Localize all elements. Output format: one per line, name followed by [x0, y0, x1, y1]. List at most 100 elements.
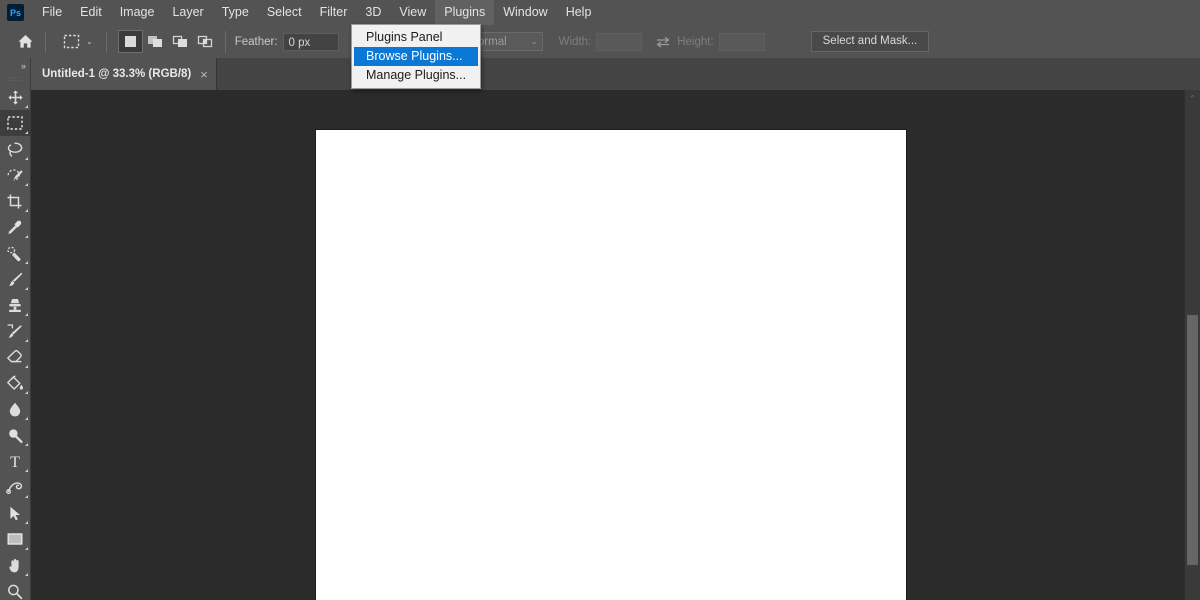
- separator: [105, 30, 107, 53]
- chevron-down-icon[interactable]: ⌄: [83, 37, 99, 46]
- pen-tool-button[interactable]: [0, 474, 30, 500]
- home-icon: [18, 35, 32, 48]
- menu-edit[interactable]: Edit: [71, 0, 111, 25]
- menu-filter[interactable]: Filter: [311, 0, 357, 25]
- menu-type[interactable]: Type: [213, 0, 258, 25]
- tools-panel-drag-handle[interactable]: [0, 74, 30, 84]
- zoom-tool-button[interactable]: [0, 578, 30, 600]
- gradient-tool-button[interactable]: [0, 370, 30, 396]
- eraser-tool-button[interactable]: [0, 344, 30, 370]
- width-input[interactable]: [596, 32, 643, 51]
- svg-text:T: T: [10, 454, 20, 470]
- tool-flyout-indicator: [25, 235, 28, 238]
- menu-item-plugins-panel[interactable]: Plugins Panel: [352, 28, 480, 47]
- feather-label: Feather:: [234, 35, 278, 48]
- menu-select[interactable]: Select: [258, 0, 311, 25]
- move-tool-icon: [8, 90, 22, 104]
- hand-tool-button[interactable]: [0, 552, 30, 578]
- close-icon[interactable]: ×: [200, 68, 208, 81]
- tool-flyout-indicator: [25, 131, 28, 134]
- home-button[interactable]: [12, 29, 38, 55]
- blur-tool-button[interactable]: [0, 396, 30, 422]
- swap-dimensions-icon: [656, 36, 670, 48]
- feather-input[interactable]: 0 px: [282, 32, 339, 51]
- swap-dimensions-button[interactable]: [655, 35, 671, 49]
- eyedropper-tool-button[interactable]: [0, 214, 30, 240]
- tool-preset-picker[interactable]: ⌄: [59, 30, 99, 54]
- scrollbar-thumb[interactable]: [1187, 315, 1198, 565]
- brush-tool-icon: [9, 272, 23, 286]
- dodge-tool-icon: [9, 428, 23, 443]
- tools-panel: » T: [0, 58, 31, 600]
- select-and-mask-button[interactable]: Select and Mask...: [810, 31, 930, 52]
- rectangular-marquee-tool-button[interactable]: [0, 110, 30, 136]
- collapse-tools-panel-button[interactable]: »: [0, 58, 30, 74]
- add-to-selection-button[interactable]: [143, 30, 168, 53]
- menu-item-manage-plugins[interactable]: Manage Plugins...: [352, 66, 480, 85]
- path-selection-tool-button[interactable]: [0, 500, 30, 526]
- document-tab[interactable]: Untitled-1 @ 33.3% (RGB/8) ×: [30, 58, 217, 90]
- type-tool-button[interactable]: T: [0, 448, 30, 474]
- scroll-up-arrow-icon[interactable]: ⌃: [1185, 90, 1200, 107]
- photoshop-logo-icon: Ps: [7, 4, 24, 21]
- chevron-down-icon: ⌄: [530, 37, 538, 46]
- move-tool-button[interactable]: [0, 84, 30, 110]
- canvas-work-area[interactable]: [30, 90, 1185, 600]
- menu-3d[interactable]: 3D: [356, 0, 390, 25]
- menu-view[interactable]: View: [390, 0, 435, 25]
- artboard-canvas[interactable]: [316, 130, 906, 600]
- canvas-vertical-scrollbar[interactable]: ⌃: [1184, 90, 1200, 600]
- spot-healing-brush-tool-icon: [7, 246, 21, 261]
- rectangle-shape-icon: [7, 533, 23, 545]
- subtract-from-selection-button[interactable]: [168, 30, 193, 53]
- new-selection-button[interactable]: [117, 30, 143, 53]
- history-brush-tool-button[interactable]: [0, 318, 30, 344]
- menu-help[interactable]: Help: [557, 0, 601, 25]
- zoom-magnifier-icon: [8, 584, 23, 599]
- history-brush-tool-icon: [7, 323, 22, 338]
- clone-stamp-tool-button[interactable]: [0, 292, 30, 318]
- options-bar: ⌄ Feather: 0 px Normal ⌄ Width: Height: …: [0, 25, 1200, 59]
- tool-flyout-indicator: [25, 521, 28, 524]
- lasso-tool-button[interactable]: [0, 136, 30, 162]
- tool-flyout-indicator: [25, 105, 28, 108]
- tool-flyout-indicator: [25, 287, 28, 290]
- crop-tool-icon: [7, 194, 22, 208]
- separator: [224, 30, 226, 53]
- menu-window[interactable]: Window: [494, 0, 556, 25]
- tool-flyout-indicator: [25, 339, 28, 342]
- height-input[interactable]: [718, 32, 765, 51]
- clone-stamp-tool-icon: [9, 298, 21, 312]
- rectangle-tool-button[interactable]: [0, 526, 30, 552]
- intersect-with-selection-button[interactable]: [193, 30, 218, 53]
- menu-bar: Ps File Edit Image Layer Type Select Fil…: [0, 0, 1200, 25]
- menu-item-browse-plugins[interactable]: Browse Plugins...: [354, 47, 478, 66]
- tool-flyout-indicator: [25, 391, 28, 394]
- crop-tool-button[interactable]: [0, 188, 30, 214]
- menu-layer[interactable]: Layer: [163, 0, 212, 25]
- tool-flyout-indicator: [25, 261, 28, 264]
- document-tab-bar: Untitled-1 @ 33.3% (RGB/8) ×: [0, 58, 1200, 91]
- width-label: Width:: [558, 35, 592, 48]
- selection-mode-group: [117, 30, 218, 53]
- rectangular-marquee-tool-icon: [7, 116, 23, 130]
- menu-image[interactable]: Image: [111, 0, 164, 25]
- tool-flyout-indicator: [25, 157, 28, 160]
- eraser-tool-icon: [7, 349, 22, 362]
- brush-tool-button[interactable]: [0, 266, 30, 292]
- plugins-dropdown-menu: Plugins Panel Browse Plugins... Manage P…: [351, 24, 481, 89]
- tool-flyout-indicator: [25, 495, 28, 498]
- tool-flyout-indicator: [25, 443, 28, 446]
- height-label: Height:: [677, 35, 714, 48]
- object-selection-tool-button[interactable]: [0, 162, 30, 188]
- document-tab-title: Untitled-1 @ 33.3% (RGB/8): [42, 68, 192, 80]
- dodge-tool-button[interactable]: [0, 422, 30, 448]
- pen-tool-icon: [6, 481, 23, 494]
- spot-healing-brush-tool-button[interactable]: [0, 240, 30, 266]
- tool-flyout-indicator: [25, 209, 28, 212]
- object-selection-tool-icon: [7, 168, 23, 181]
- menu-plugins[interactable]: Plugins: [435, 0, 495, 25]
- lasso-tool-icon: [7, 142, 23, 157]
- menu-file[interactable]: File: [33, 0, 71, 25]
- drag-dots-icon: [8, 77, 22, 81]
